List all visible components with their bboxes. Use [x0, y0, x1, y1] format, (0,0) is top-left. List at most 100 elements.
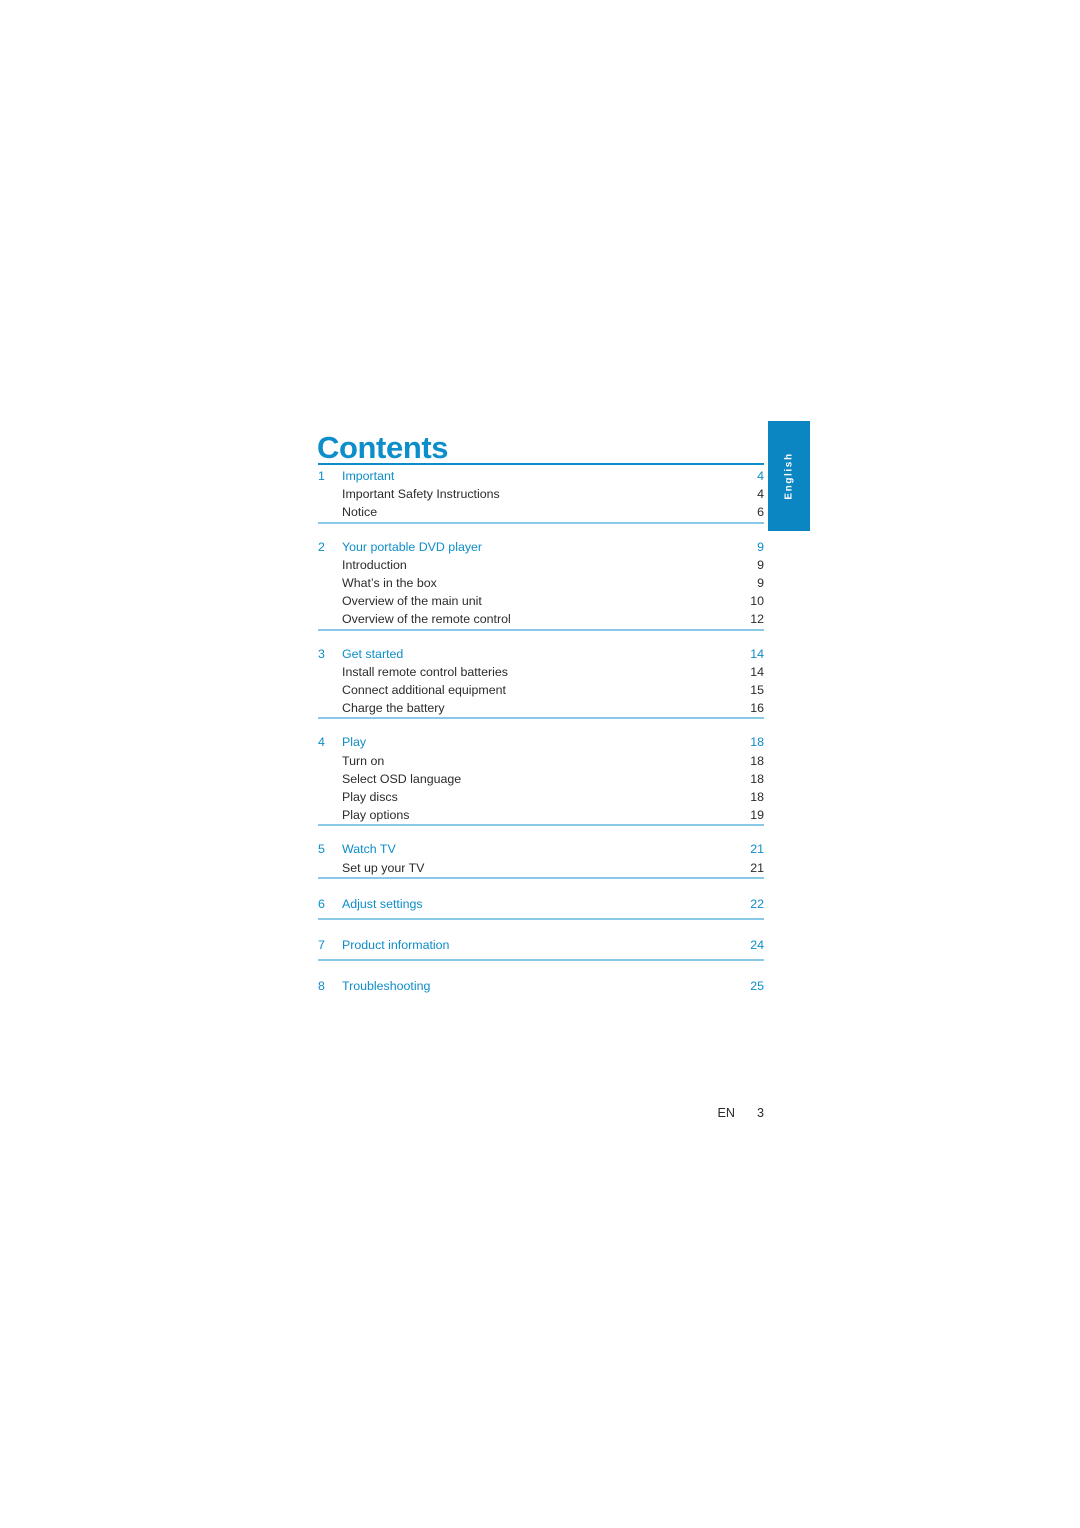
toc-section-page: 21	[750, 842, 764, 857]
toc-entry-indent	[318, 503, 342, 521]
toc-entry-page: 18	[750, 790, 764, 805]
toc-entry[interactable]: Set up your TV 21	[318, 859, 764, 877]
toc-entry-page: 15	[750, 683, 764, 698]
toc-entry-page: 10	[750, 594, 764, 609]
toc-entry-indent	[318, 806, 342, 824]
toc-section-title: Your portable DVD player	[342, 539, 483, 554]
toc-entry-page: 6	[757, 505, 764, 520]
toc-section: 8 Troubleshooting 25	[318, 973, 764, 1000]
toc-entry-page: 19	[750, 808, 764, 823]
toc-section-page: 9	[757, 539, 764, 554]
toc-entry-label: Overview of the main unit	[342, 594, 482, 609]
toc-entry-page: 4	[757, 487, 764, 502]
document-page: Contents English 1 Important 4 Important S…	[0, 0, 1080, 1528]
toc-entry-page: 9	[757, 557, 764, 572]
toc-section-page: 18	[750, 735, 764, 750]
toc-section-number: 6	[318, 896, 325, 911]
toc-section-heading[interactable]: 3 Get started 14	[318, 645, 764, 663]
toc-entry-indent	[318, 699, 342, 717]
toc-section-page: 25	[750, 978, 764, 993]
toc-entry-indent	[318, 556, 342, 574]
language-tab: English	[768, 421, 810, 531]
toc-section: 3 Get started 14 Install remote control ba…	[318, 643, 764, 718]
toc-entry-indent	[318, 752, 342, 770]
toc-entry-indent	[318, 663, 342, 681]
toc-entry-page: 21	[750, 860, 764, 875]
toc-section-heading[interactable]: 7 Product information 24	[318, 936, 764, 955]
toc-section-heading[interactable]: 4 Play 18	[318, 733, 764, 751]
toc-entry[interactable]: Install remote control batteries 14	[318, 663, 764, 681]
toc-entry[interactable]: Play discs 18	[318, 788, 764, 806]
section-divider	[318, 628, 764, 631]
page-title: Contents	[317, 429, 449, 465]
toc-section: 4 Play 18 Turn on 18 Select OSD language 18 …	[318, 731, 764, 824]
toc-section-number: 3	[318, 646, 325, 661]
toc-entry[interactable]: Introduction 9	[318, 556, 764, 574]
toc-entry[interactable]: Play options 19	[318, 806, 764, 824]
toc-entry-indent	[318, 574, 342, 592]
section-divider	[318, 521, 764, 524]
toc-entry-indent	[318, 859, 342, 877]
page-footer: EN 3	[0, 1106, 764, 1120]
footer-page-number: 3	[756, 1106, 764, 1120]
toc-section-title: Play	[342, 735, 367, 750]
toc-section-title: Watch TV	[342, 842, 396, 857]
toc-entry-label: What’s in the box	[342, 576, 437, 591]
toc-entry-indent	[318, 610, 342, 628]
toc-entry[interactable]: Charge the battery 16	[318, 699, 764, 717]
section-divider	[318, 917, 764, 920]
toc-entry-label: Overview of the remote control	[342, 612, 511, 627]
toc-entry-indent	[318, 485, 342, 503]
toc-entry[interactable]: Turn on 18	[318, 752, 764, 770]
toc-section-page: 22	[750, 896, 764, 911]
toc-entry[interactable]: Connect additional equipment 15	[318, 681, 764, 699]
toc-section-heading[interactable]: 8 Troubleshooting 25	[318, 977, 764, 996]
footer-locale: EN	[717, 1106, 735, 1120]
toc-entry-label: Select OSD language	[342, 771, 462, 786]
toc-section-title: Get started	[342, 646, 404, 661]
toc-entry-indent	[318, 770, 342, 788]
toc-section-page: 4	[757, 469, 764, 483]
toc-entry-label: Notice	[342, 505, 378, 520]
toc-section-number: 1	[318, 469, 325, 483]
toc-entry[interactable]: Overview of the remote control 12	[318, 610, 764, 628]
toc-entry[interactable]: Important Safety Instructions 4	[318, 485, 764, 503]
section-divider	[318, 717, 764, 720]
toc-entry[interactable]: Select OSD language 18	[318, 770, 764, 788]
toc-section-heading[interactable]: 5 Watch TV 21	[318, 840, 764, 858]
toc-section-page: 24	[750, 937, 764, 952]
toc-section-number: 2	[318, 539, 325, 554]
toc-entry-page: 14	[750, 664, 764, 679]
toc-entry-label: Connect additional equipment	[342, 683, 506, 698]
toc-section: 2 Your portable DVD player 9 Introduction 9…	[318, 536, 764, 629]
section-divider	[318, 876, 764, 879]
toc-entry-label: Install remote control batteries	[342, 664, 508, 679]
toc-section: 5 Watch TV 21 Set up your TV 21	[318, 838, 764, 876]
toc-entry-page: 9	[757, 576, 764, 591]
toc-entry-indent	[318, 681, 342, 699]
toc-section: 1 Important 4 Important Safety Instruction…	[318, 465, 764, 522]
toc-section-title: Product information	[342, 937, 450, 952]
toc-entry-page: 18	[750, 771, 764, 786]
toc-entry-label: Introduction	[342, 557, 407, 572]
toc-section-number: 8	[318, 978, 325, 993]
toc-entry[interactable]: What’s in the box 9	[318, 574, 764, 592]
toc-section-heading[interactable]: 6 Adjust settings 22	[318, 895, 764, 914]
toc-section-page: 14	[750, 646, 764, 661]
toc-entry-label: Play options	[342, 808, 410, 823]
toc-entry-label: Charge the battery	[342, 701, 445, 716]
toc-section-heading[interactable]: 2 Your portable DVD player 9	[318, 538, 764, 556]
toc-entry-label: Turn on	[342, 753, 385, 768]
toc-section-title: Troubleshooting	[342, 978, 431, 993]
toc-section-number: 5	[318, 842, 325, 857]
toc-entry-page: 18	[750, 753, 764, 768]
table-of-contents: 1 Important 4 Important Safety Instruction…	[318, 463, 764, 1000]
toc-section-heading[interactable]: 1 Important 4	[318, 467, 764, 485]
section-divider	[318, 824, 764, 827]
toc-entry-indent	[318, 788, 342, 806]
toc-entry-indent	[318, 592, 342, 610]
toc-entry[interactable]: Notice 6	[318, 503, 764, 521]
toc-section: 6 Adjust settings 22	[318, 891, 764, 918]
toc-entry[interactable]: Overview of the main unit 10	[318, 592, 764, 610]
toc-entry-page: 12	[750, 612, 764, 627]
